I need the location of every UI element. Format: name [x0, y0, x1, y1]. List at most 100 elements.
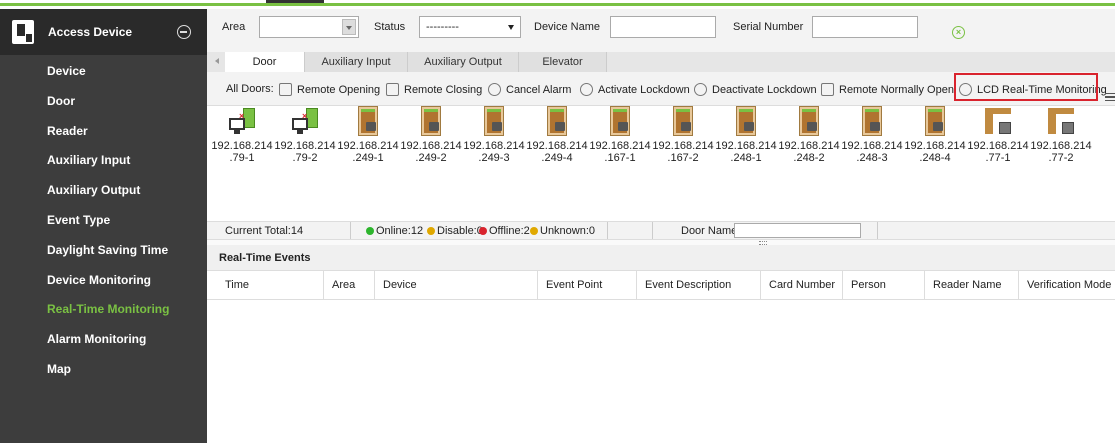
door-item[interactable]: 192.168.214.248-4	[904, 106, 966, 164]
door-name-label: Door Name	[681, 225, 738, 237]
activate-lockdown-button[interactable]: Activate Lockdown	[580, 83, 690, 96]
door-item[interactable]: 192.168.214.248-3	[841, 106, 903, 164]
column-event-description[interactable]: Event Description	[637, 271, 761, 300]
door-name-input[interactable]	[734, 223, 861, 238]
top-green-line	[0, 3, 1115, 6]
disable-dot-icon	[427, 227, 435, 235]
door-item[interactable]: 192.168.214.248-2	[778, 106, 840, 164]
area-dropdown-button[interactable]	[342, 19, 356, 35]
door-locked-icon	[605, 106, 635, 138]
online-dot-icon	[366, 227, 374, 235]
status-select[interactable]: ---------	[419, 16, 521, 38]
door-item[interactable]: 192.168.214.167-1	[589, 106, 651, 164]
tab-scroll-left-icon[interactable]	[215, 58, 219, 64]
door-grid: × 192.168.214.79-1 × 192.168.214.79-2 19…	[207, 106, 1115, 221]
unlock-lockdown-icon	[694, 83, 707, 96]
column-area[interactable]: Area	[324, 271, 375, 300]
column-reader-name[interactable]: Reader Name	[925, 271, 1019, 300]
column-person[interactable]: Person	[843, 271, 925, 300]
chevron-down-icon	[508, 25, 514, 30]
real-time-events-panel: Real-Time Events Time Area Device Event …	[207, 245, 1115, 443]
sidebar-item-auxiliary-input[interactable]: Auxiliary Input	[0, 146, 207, 176]
elevator-icon	[983, 106, 1013, 138]
collapse-icon[interactable]	[177, 25, 191, 39]
door-open-icon	[279, 83, 292, 96]
door-item[interactable]: 192.168.214.248-1	[715, 106, 777, 164]
sidebar-item-event-type[interactable]: Event Type	[0, 206, 207, 236]
column-verification-mode[interactable]: Verification Mode	[1019, 271, 1115, 300]
sidebar-menu: Device Door Reader Auxiliary Input Auxil…	[0, 55, 207, 385]
door-locked-icon	[542, 106, 572, 138]
column-card-number[interactable]: Card Number	[761, 271, 843, 300]
all-doors-label: All Doors:	[226, 83, 274, 95]
remote-opening-button[interactable]: Remote Opening	[279, 83, 380, 96]
sidebar-item-auxiliary-output[interactable]: Auxiliary Output	[0, 176, 207, 206]
clear-filter-icon[interactable]: ×	[952, 26, 965, 39]
door-item[interactable]: 192.168.214.77-2	[1030, 106, 1092, 164]
events-table-header: Time Area Device Event Point Event Descr…	[207, 271, 1115, 300]
sidebar-item-daylight-saving-time[interactable]: Daylight Saving Time	[0, 236, 207, 266]
tab-auxiliary-output[interactable]: Auxiliary Output	[408, 52, 519, 72]
area-label: Area	[222, 21, 246, 33]
tab-elevator[interactable]: Elevator	[519, 52, 607, 72]
tab-auxiliary-input[interactable]: Auxiliary Input	[305, 52, 408, 72]
sidebar: Access Device Device Door Reader Auxilia…	[0, 9, 207, 443]
door-locked-icon	[794, 106, 824, 138]
sidebar-item-alarm-monitoring[interactable]: Alarm Monitoring	[0, 325, 207, 355]
remote-normally-open-button[interactable]: Remote Normally Open	[821, 83, 954, 96]
door-locked-icon	[731, 106, 761, 138]
cancel-alarm-icon	[488, 83, 501, 96]
door-item[interactable]: × 192.168.214.79-1	[211, 106, 273, 164]
door-locked-icon	[416, 106, 446, 138]
sidebar-item-map[interactable]: Map	[0, 355, 207, 385]
column-device[interactable]: Device	[375, 271, 538, 300]
door-status-bar: Current Total:14 Online:12 Disable:0 Off…	[207, 221, 1115, 240]
filter-bar: Area Status --------- Device Name Serial…	[207, 9, 1115, 49]
menu-icon[interactable]	[1105, 93, 1115, 101]
door-item[interactable]: 192.168.214.167-2	[652, 106, 714, 164]
door-item[interactable]: 192.168.214.249-2	[400, 106, 462, 164]
status-label: Status	[374, 21, 406, 33]
top-accent-strip	[0, 0, 1115, 9]
door-locked-icon	[479, 106, 509, 138]
serial-number-label: Serial Number	[733, 21, 804, 33]
lockdown-icon	[580, 83, 593, 96]
monitor-offline-icon: ×	[227, 106, 257, 138]
highlight-box	[954, 73, 1098, 101]
device-name-input[interactable]	[610, 16, 716, 38]
door-close-icon	[386, 83, 399, 96]
sidebar-item-real-time-monitoring[interactable]: Real-Time Monitoring	[0, 295, 207, 325]
door-item[interactable]: 192.168.214.249-1	[337, 106, 399, 164]
door-item[interactable]: 192.168.214.249-4	[526, 106, 588, 164]
area-field[interactable]	[259, 16, 359, 38]
elevator-icon	[1046, 106, 1076, 138]
lock-open-icon	[821, 83, 834, 96]
door-locked-icon	[668, 106, 698, 138]
door-locked-icon	[920, 106, 950, 138]
tab-door[interactable]: Door	[225, 52, 305, 72]
cancel-alarm-button[interactable]: Cancel Alarm	[488, 83, 571, 96]
door-item[interactable]: 192.168.214.249-3	[463, 106, 525, 164]
serial-number-input[interactable]	[812, 16, 918, 38]
tab-bar: Door Auxiliary Input Auxiliary Output El…	[207, 52, 1115, 72]
top-dark-mark	[266, 0, 324, 3]
status-online: Online:12	[366, 225, 423, 237]
column-event-point[interactable]: Event Point	[538, 271, 637, 300]
access-device-icon	[12, 20, 34, 44]
sidebar-header[interactable]: Access Device	[0, 9, 207, 55]
sidebar-item-device[interactable]: Device	[0, 57, 207, 87]
sidebar-item-device-monitoring[interactable]: Device Monitoring	[0, 266, 207, 296]
status-unknown: Unknown:0	[530, 225, 595, 237]
sidebar-item-door[interactable]: Door	[0, 87, 207, 117]
offline-dot-icon	[479, 227, 487, 235]
door-item[interactable]: × 192.168.214.79-2	[274, 106, 336, 164]
remote-closing-button[interactable]: Remote Closing	[386, 83, 482, 96]
door-item[interactable]: 192.168.214.77-1	[967, 106, 1029, 164]
sidebar-item-reader[interactable]: Reader	[0, 117, 207, 147]
door-locked-icon	[857, 106, 887, 138]
real-time-events-title: Real-Time Events	[207, 245, 1115, 271]
current-total: Current Total:14	[225, 225, 304, 237]
column-time[interactable]: Time	[217, 271, 324, 300]
deactivate-lockdown-button[interactable]: Deactivate Lockdown	[694, 83, 817, 96]
unknown-dot-icon	[530, 227, 538, 235]
